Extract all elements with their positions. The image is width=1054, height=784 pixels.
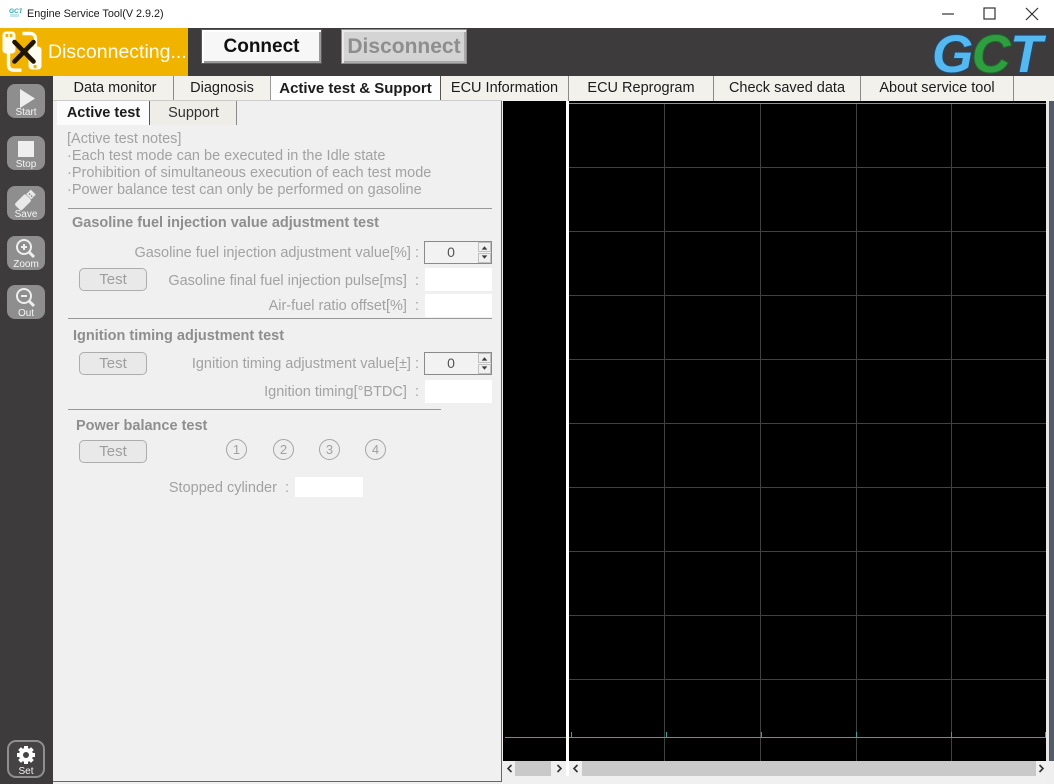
svg-text:T: T bbox=[1010, 28, 1047, 76]
svg-text:Zoom: Zoom bbox=[13, 259, 39, 270]
svg-text:Save: Save bbox=[15, 209, 38, 220]
svg-text:GCT: GCT bbox=[9, 8, 22, 15]
svg-text:Set: Set bbox=[18, 766, 33, 777]
svg-text:Stop: Stop bbox=[16, 159, 37, 170]
svg-text:C: C bbox=[972, 28, 1011, 76]
svg-text:G: G bbox=[932, 28, 973, 76]
svg-text:Start: Start bbox=[15, 107, 36, 118]
svg-text:Out: Out bbox=[18, 308, 34, 319]
